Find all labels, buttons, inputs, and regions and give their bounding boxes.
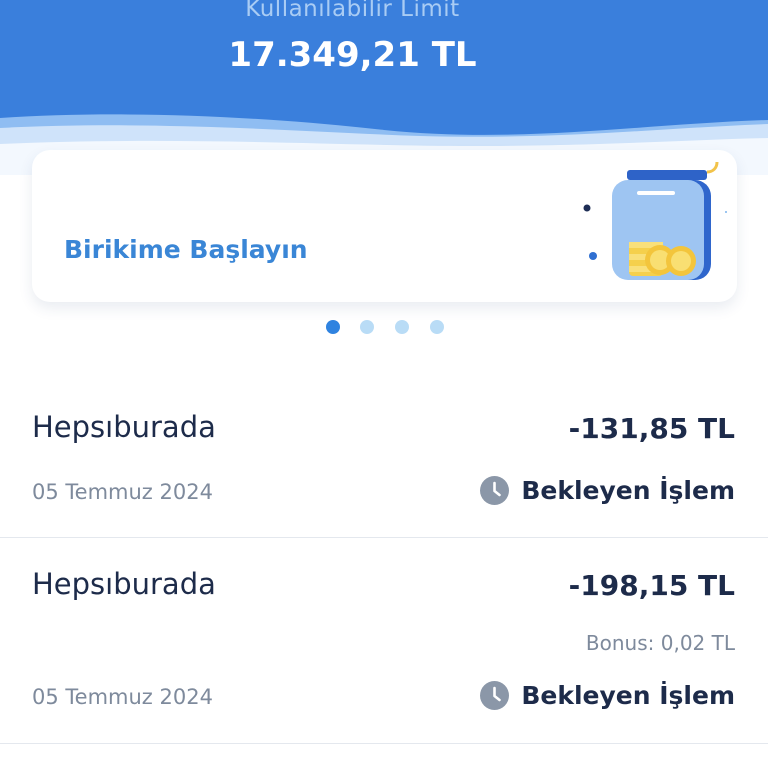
transaction-bonus: Bonus: 0,02 TL xyxy=(585,631,735,655)
transaction-status: Bekleyen İşlem xyxy=(480,476,735,505)
status-label: Bekleyen İşlem xyxy=(521,681,735,710)
status-label: Bekleyen İşlem xyxy=(521,476,735,505)
transaction-amount: -131,85 TL xyxy=(568,412,735,445)
carousel-dot-2[interactable] xyxy=(360,320,374,334)
available-limit-label: Kullanılabilir Limit xyxy=(245,0,460,22)
savings-promo-card[interactable]: Birikime Başlayın xyxy=(32,150,737,302)
promo-title: Birikime Başlayın xyxy=(64,235,308,264)
transaction-status: Bekleyen İşlem xyxy=(480,681,735,710)
carousel-pagination xyxy=(0,320,768,336)
transaction-row[interactable]: Hepsıburada -198,15 TL Bonus: 0,02 TL 05… xyxy=(0,539,768,744)
clock-icon xyxy=(480,681,510,710)
available-limit-value[interactable]: 17.349,21 TL xyxy=(0,35,705,75)
transaction-merchant: Hepsıburada xyxy=(32,410,216,444)
transaction-row[interactable]: Hepsıburada -131,85 TL 05 Temmuz 2024 Be… xyxy=(0,390,768,538)
carousel-dot-3[interactable] xyxy=(395,320,409,334)
clock-icon xyxy=(480,476,510,505)
carousel-dot-4[interactable] xyxy=(430,320,444,334)
carousel-dot-1[interactable] xyxy=(326,320,340,334)
transaction-date: 05 Temmuz 2024 xyxy=(32,685,213,709)
limit-header: Kullanılabilir Limit 17.349,21 TL xyxy=(0,0,768,175)
transaction-date: 05 Temmuz 2024 xyxy=(32,480,213,504)
savings-jar-icon xyxy=(583,161,727,280)
transaction-amount: -198,15 TL xyxy=(568,569,735,602)
transaction-merchant: Hepsıburada xyxy=(32,567,216,601)
